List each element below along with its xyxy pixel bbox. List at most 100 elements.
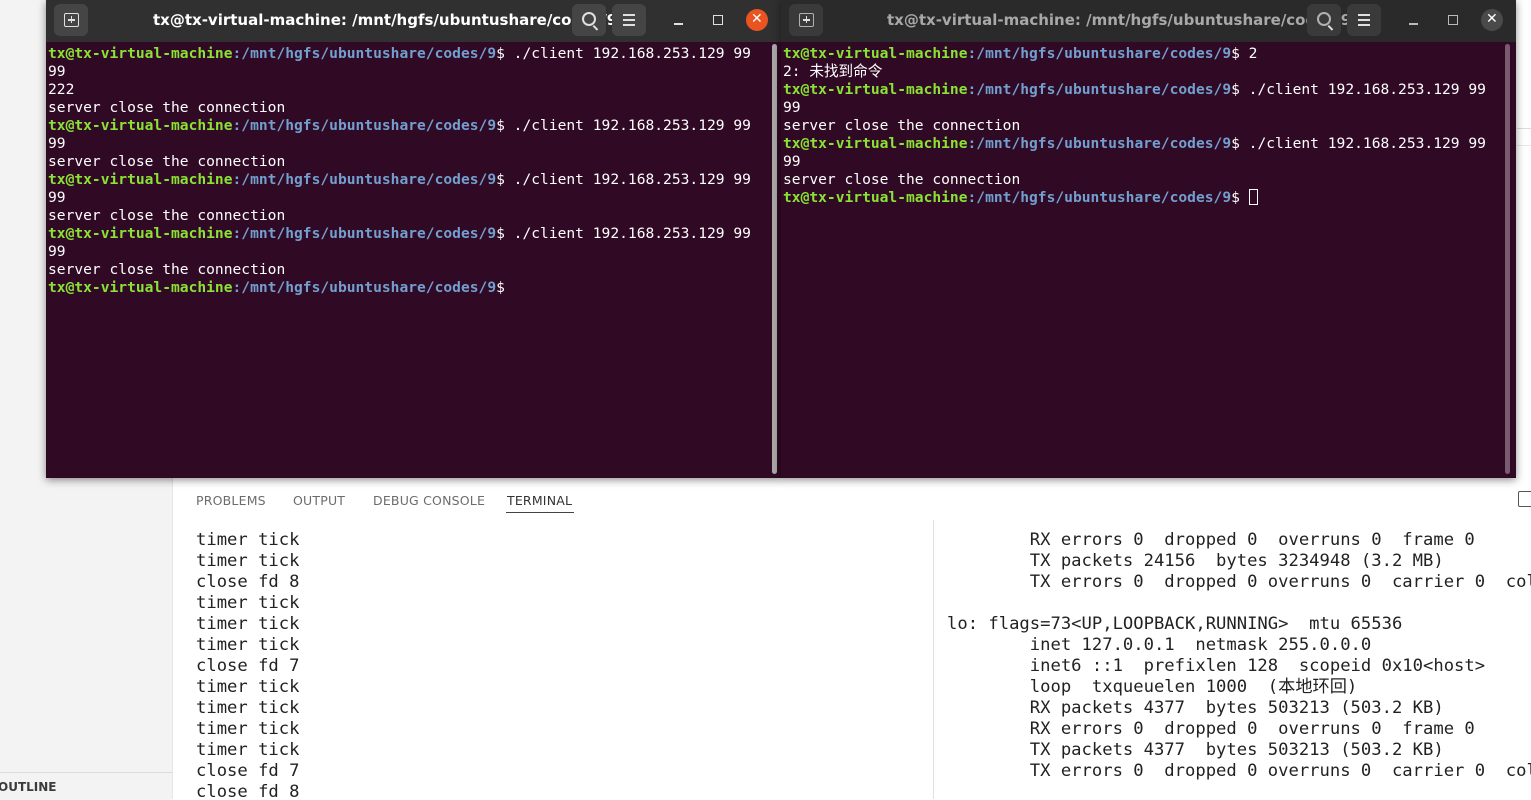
terminal-output[interactable]: tx@tx-virtual-machine:/mnt/hgfs/ubuntush…: [48, 45, 773, 475]
panel-maximize-icon[interactable]: [1518, 491, 1531, 507]
window-title: tx@tx-virtual-machine: /mnt/hgfs/ubuntus…: [887, 11, 1352, 29]
output-line: server close the connection: [783, 171, 1021, 188]
terminal-window-left[interactable]: tx@tx-virtual-machine: /mnt/hgfs/ubuntus…: [46, 0, 781, 478]
command-text: $: [496, 279, 505, 296]
output-line: server close the connection: [48, 207, 286, 224]
output-line: 99: [783, 99, 801, 116]
terminal-line: timer tick: [196, 719, 300, 739]
maximize-button[interactable]: [706, 9, 730, 31]
close-button[interactable]: ✕: [746, 9, 770, 31]
prompt-user: tx@tx-virtual-machine: [783, 189, 968, 206]
terminal-line: close fd 7: [196, 761, 300, 781]
prompt-user: tx@tx-virtual-machine: [48, 45, 233, 62]
prompt-line: tx@tx-virtual-machine:/mnt/hgfs/ubuntush…: [48, 117, 773, 135]
prompt-line: tx@tx-virtual-machine:/mnt/hgfs/ubuntush…: [783, 81, 1508, 99]
minimize-button[interactable]: [1401, 9, 1425, 31]
terminal-line: TX packets 4377 bytes 503213 (503.2 KB): [947, 740, 1444, 760]
terminal-line: timer tick: [196, 530, 300, 550]
hamburger-menu-icon: [1358, 14, 1370, 26]
terminal-line: TX packets 24156 bytes 3234948 (3.2 MB): [947, 551, 1444, 571]
output-line: server close the connection: [48, 99, 286, 116]
search-button[interactable]: [572, 4, 606, 36]
new-tab-icon: [64, 13, 79, 27]
tab-terminal[interactable]: TERMINAL: [507, 493, 572, 508]
command-text: $ ./client 192.168.253.129 99: [1231, 81, 1486, 98]
prompt-user: tx@tx-virtual-machine: [48, 171, 233, 188]
terminal-line: RX packets 4377 bytes 503213 (503.2 KB): [947, 698, 1444, 718]
terminal-line: close fd 8: [196, 572, 300, 592]
prompt-path: :/mnt/hgfs/ubuntushare/codes/9: [967, 189, 1232, 206]
prompt-path: :/mnt/hgfs/ubuntushare/codes/9: [232, 117, 497, 134]
minimize-button[interactable]: [666, 9, 690, 31]
search-button[interactable]: [1307, 4, 1341, 36]
terminal-output[interactable]: tx@tx-virtual-machine:/mnt/hgfs/ubuntush…: [783, 45, 1508, 475]
scrollbar-thumb[interactable]: [1505, 44, 1510, 474]
terminal-line: timer tick: [196, 614, 300, 634]
minimize-icon: [674, 23, 683, 25]
prompt-path: :/mnt/hgfs/ubuntushare/codes/9: [967, 81, 1232, 98]
output-line: 222: [48, 81, 75, 98]
prompt-user: tx@tx-virtual-machine: [783, 45, 968, 62]
maximize-icon: [713, 15, 723, 25]
terminal-line: timer tick: [196, 677, 300, 697]
prompt-line: tx@tx-virtual-machine:/mnt/hgfs/ubuntush…: [783, 135, 1508, 153]
scrollbar[interactable]: [1505, 44, 1511, 474]
title-bar[interactable]: tx@tx-virtual-machine: /mnt/hgfs/ubuntus…: [46, 0, 781, 42]
output-line: 99: [48, 243, 66, 260]
command-text: $ ./client 192.168.253.129 99: [496, 225, 751, 242]
new-tab-button[interactable]: [54, 4, 88, 36]
tab-output[interactable]: OUTPUT: [293, 493, 345, 508]
prompt-user: tx@tx-virtual-machine: [48, 117, 233, 134]
new-tab-button[interactable]: [789, 4, 823, 36]
title-bar[interactable]: tx@tx-virtual-machine: /mnt/hgfs/ubuntus…: [781, 0, 1516, 42]
prompt-path: :/mnt/hgfs/ubuntushare/codes/9: [232, 45, 497, 62]
terminal-line: timer tick: [196, 593, 300, 613]
search-icon: [582, 12, 596, 26]
scrollbar[interactable]: [772, 44, 778, 474]
output-line: 99: [783, 153, 801, 170]
terminal-line: TX errors 0 dropped 0 overruns 0 carrier…: [1029, 572, 1531, 592]
prompt-line: tx@tx-virtual-machine:/mnt/hgfs/ubuntush…: [48, 45, 773, 63]
scrollbar-thumb[interactable]: [772, 44, 777, 474]
vscode-terminal-right[interactable]: RX errors 0 dropped 0 overruns 0 frame 0…: [947, 530, 1531, 799]
maximize-button[interactable]: [1441, 9, 1465, 31]
output-line: server close the connection: [783, 117, 1021, 134]
prompt-user: tx@tx-virtual-machine: [48, 225, 233, 242]
prompt-path: :/mnt/hgfs/ubuntushare/codes/9: [232, 225, 497, 242]
command-text: $ ./client 192.168.253.129 99: [496, 117, 751, 134]
prompt-path: :/mnt/hgfs/ubuntushare/codes/9: [967, 45, 1232, 62]
menu-button[interactable]: [1347, 4, 1381, 36]
terminal-window-right[interactable]: tx@tx-virtual-machine: /mnt/hgfs/ubuntus…: [781, 0, 1516, 478]
terminal-line: inet 127.0.0.1 netmask 255.0.0.0: [947, 635, 1372, 655]
editor-edge-line: [1517, 145, 1531, 146]
tab-debug-console[interactable]: DEBUG CONSOLE: [373, 493, 485, 508]
search-icon: [1317, 12, 1331, 26]
tab-problems[interactable]: PROBLEMS: [196, 493, 266, 508]
prompt-line: tx@tx-virtual-machine:/mnt/hgfs/ubuntush…: [48, 171, 773, 189]
output-line: server close the connection: [48, 261, 286, 278]
text-cursor: [1248, 189, 1258, 205]
terminal-line: lo: flags=73<UP,LOOPBACK,RUNNING> mtu 65…: [947, 614, 1403, 634]
close-icon: ✕: [746, 9, 768, 31]
terminal-split-divider[interactable]: [933, 520, 934, 799]
output-line: 99: [48, 135, 66, 152]
prompt-user: tx@tx-virtual-machine: [48, 279, 233, 296]
vscode-terminal-left[interactable]: timer tick timer tick close fd 8 timer tick…: [196, 530, 916, 799]
prompt-user: tx@tx-virtual-machine: [783, 81, 968, 98]
menu-button[interactable]: [612, 4, 646, 36]
close-button[interactable]: ✕: [1481, 9, 1505, 31]
terminal-line: timer tick: [196, 740, 300, 760]
close-icon: ✕: [1481, 9, 1503, 31]
output-line: 99: [48, 63, 66, 80]
terminal-line: inet6 ::1 prefixlen 128 scopeid 0x10<hos…: [947, 656, 1486, 676]
command-text: $ ./client 192.168.253.129 99: [1231, 135, 1486, 152]
panel-tab-bar: PROBLEMS OUTPUT DEBUG CONSOLE TERMINAL: [173, 478, 1531, 520]
prompt-line: tx@tx-virtual-machine:/mnt/hgfs/ubuntush…: [48, 225, 773, 243]
outline-section-header[interactable]: OUTLINE: [0, 772, 172, 800]
prompt-line: tx@tx-virtual-machine:/mnt/hgfs/ubuntush…: [783, 45, 1508, 63]
new-tab-icon: [799, 13, 814, 27]
prompt-line: tx@tx-virtual-machine:/mnt/hgfs/ubuntush…: [783, 189, 1508, 207]
terminal-line: timer tick: [196, 551, 300, 571]
minimize-icon: [1409, 23, 1418, 25]
